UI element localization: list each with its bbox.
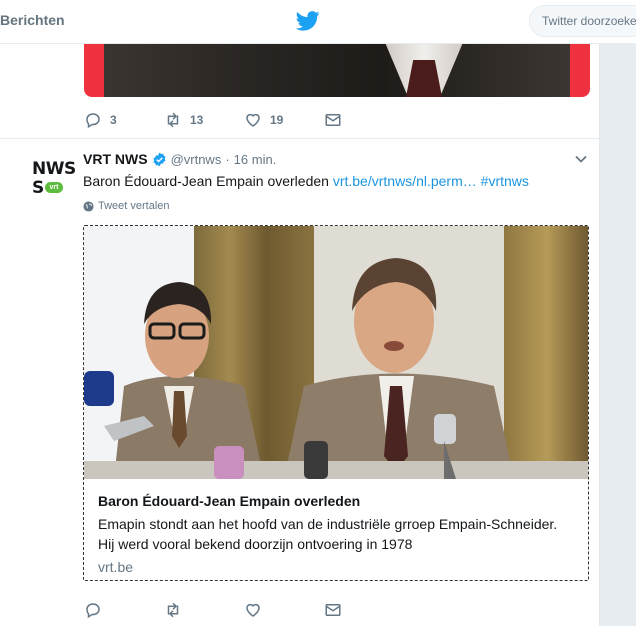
verified-badge-icon: [153, 152, 166, 166]
direct-message-button[interactable]: [324, 601, 404, 619]
card-domain: vrt.be: [98, 559, 134, 575]
link-card[interactable]: Baron Édouard-Jean Empain overleden Emap…: [83, 225, 589, 581]
top-navigation-bar: Berichten Twitter doorzoeken: [0, 0, 636, 44]
tweet-link[interactable]: vrt.be/vrtnws/nl.perm…: [333, 173, 477, 189]
heart-icon: [246, 603, 260, 617]
retweet-count: 13: [190, 113, 204, 127]
twitter-bird-icon[interactable]: [296, 10, 320, 32]
retweet-button[interactable]: 13: [164, 111, 244, 129]
author-handle[interactable]: @vrtnws: [171, 152, 222, 167]
tweet-hashtag[interactable]: #vrtnws: [481, 173, 529, 189]
tweet-text: Baron Édouard-Jean Empain overleden vrt.…: [83, 171, 583, 191]
card-description: Emapin stondt aan het hoofd van de indus…: [98, 514, 576, 554]
avatar-vrt-badge: vrt: [45, 182, 63, 193]
direct-message-button[interactable]: [324, 111, 404, 129]
retweet-icon: [167, 112, 179, 128]
tweet-text-body: Baron Édouard-Jean Empain overleden: [83, 173, 333, 189]
previous-tweet-media[interactable]: [84, 44, 590, 97]
nav-messages[interactable]: Berichten: [0, 12, 65, 28]
author-name[interactable]: VRT NWS: [83, 151, 148, 167]
tweet-timestamp[interactable]: 16 min.: [234, 152, 277, 167]
envelope-icon: [325, 604, 341, 616]
card-description-line1: Emapin stondt aan het hoofd van de indus…: [98, 516, 558, 532]
card-photo[interactable]: [84, 226, 588, 479]
retweet-button[interactable]: [164, 601, 244, 619]
retweet-icon: [167, 602, 179, 618]
heart-icon: [246, 113, 260, 127]
globe-icon: [83, 200, 94, 212]
reply-button[interactable]: [84, 601, 164, 619]
card-title: Baron Édouard-Jean Empain overleden: [98, 493, 361, 509]
card-description-line2: Hij werd vooral bekend doorzijn ontvoeri…: [98, 536, 413, 552]
tweet-header: VRT NWS @vrtnws · 16 min.: [83, 149, 276, 169]
reply-button[interactable]: 3: [84, 111, 164, 129]
translate-label: Tweet vertalen: [98, 200, 170, 212]
previous-tweet-photo: [104, 44, 570, 97]
card-body: Baron Édouard-Jean Empain overleden Emap…: [84, 479, 588, 580]
search-input[interactable]: Twitter doorzoeken: [529, 5, 636, 37]
reply-icon: [86, 113, 100, 129]
header-separator: ·: [225, 151, 230, 167]
like-count: 19: [270, 113, 284, 127]
press-conference-photo: [84, 226, 588, 479]
chevron-down-icon[interactable]: [574, 152, 588, 166]
tweet-divider: [0, 138, 599, 139]
previous-tweet-actions: 3 13 19: [84, 110, 404, 130]
like-button[interactable]: [244, 601, 324, 619]
translate-tweet-button[interactable]: Tweet vertalen: [83, 198, 170, 214]
avatar-line1: NWS: [32, 159, 76, 179]
avatar-line2: S: [32, 178, 45, 198]
reply-icon: [86, 603, 100, 619]
like-button[interactable]: 19: [244, 111, 324, 129]
tweet-actions: [84, 600, 404, 620]
envelope-icon: [325, 114, 341, 126]
reply-count: 3: [110, 113, 117, 127]
timeline-column: 3 13 19 NWS S vrt VRT NWS @vrtnws · 16 m…: [0, 44, 600, 626]
avatar[interactable]: NWS S vrt: [26, 156, 76, 202]
